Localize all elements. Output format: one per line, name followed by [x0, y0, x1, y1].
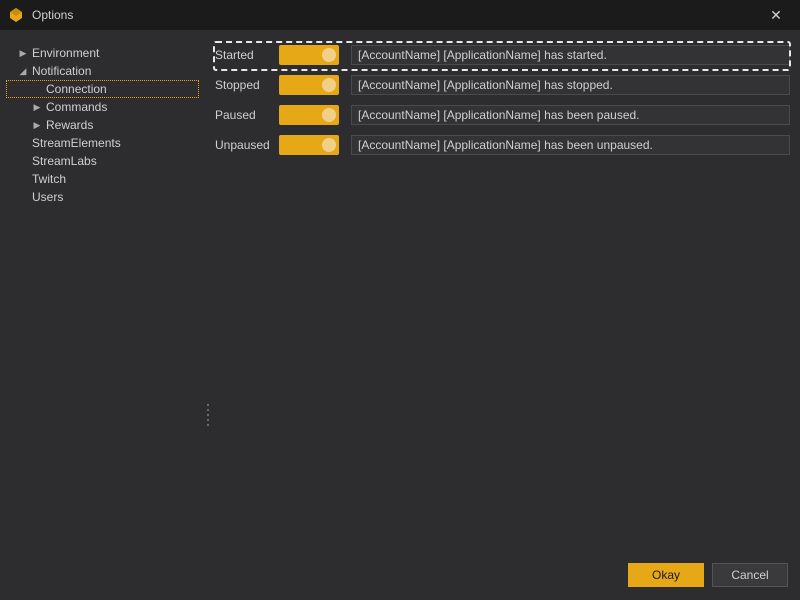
sidebar-item-label: Connection [44, 82, 107, 96]
window-title: Options [32, 8, 760, 22]
sidebar-item-label: Users [30, 190, 63, 204]
close-button[interactable]: ✕ [760, 0, 792, 30]
expand-right-icon: ▶ [30, 102, 44, 113]
message-input-paused[interactable] [351, 105, 790, 125]
toggle-stopped[interactable] [279, 75, 339, 95]
cancel-label: Cancel [731, 568, 768, 582]
notification-row-unpaused: Unpaused [215, 134, 790, 156]
notification-row-paused: Paused [215, 104, 790, 126]
sidebar: ▶Environment◢NotificationConnection▶Comm… [0, 30, 205, 550]
message-input-unpaused[interactable] [351, 135, 790, 155]
sidebar-item-environment[interactable]: ▶Environment [6, 44, 199, 62]
sidebar-item-label: Notification [30, 64, 91, 78]
toggle-thumb [322, 138, 336, 152]
notification-row-stopped: Stopped [215, 74, 790, 96]
sidebar-item-notification[interactable]: ◢Notification [6, 62, 199, 80]
sidebar-item-label: Twitch [30, 172, 66, 186]
sidebar-item-connection[interactable]: Connection [6, 80, 199, 98]
toggle-paused[interactable] [279, 105, 339, 125]
row-label: Started [215, 48, 279, 62]
sidebar-item-users[interactable]: Users [6, 188, 199, 206]
message-input-started[interactable] [351, 45, 790, 65]
sidebar-item-rewards[interactable]: ▶Rewards [6, 116, 199, 134]
expand-right-icon: ▶ [30, 120, 44, 131]
sidebar-item-streamelements[interactable]: StreamElements [6, 134, 199, 152]
close-icon: ✕ [770, 7, 782, 24]
sidebar-item-label: StreamLabs [30, 154, 97, 168]
main-panel: Started Stopped Paused Unpaused [211, 30, 800, 550]
row-label: Unpaused [215, 138, 279, 152]
footer: Okay Cancel [0, 550, 800, 600]
sidebar-item-label: Rewards [44, 118, 93, 132]
expand-right-icon: ▶ [16, 48, 30, 59]
toggle-unpaused[interactable] [279, 135, 339, 155]
sidebar-item-streamlabs[interactable]: StreamLabs [6, 152, 199, 170]
okay-button[interactable]: Okay [628, 563, 704, 587]
toggle-started[interactable] [279, 45, 339, 65]
row-label: Paused [215, 108, 279, 122]
sidebar-item-twitch[interactable]: Twitch [6, 170, 199, 188]
sidebar-item-label: StreamElements [30, 136, 121, 150]
message-input-stopped[interactable] [351, 75, 790, 95]
app-icon [8, 7, 24, 23]
toggle-thumb [322, 48, 336, 62]
toggle-thumb [322, 78, 336, 92]
titlebar: Options ✕ [0, 0, 800, 30]
toggle-thumb [322, 108, 336, 122]
sidebar-item-label: Environment [30, 46, 99, 60]
cancel-button[interactable]: Cancel [712, 563, 788, 587]
okay-label: Okay [652, 568, 680, 582]
row-label: Stopped [215, 78, 279, 92]
sidebar-item-commands[interactable]: ▶Commands [6, 98, 199, 116]
notification-row-started: Started [215, 44, 790, 66]
sidebar-item-label: Commands [44, 100, 107, 114]
expand-down-icon: ◢ [16, 66, 30, 77]
